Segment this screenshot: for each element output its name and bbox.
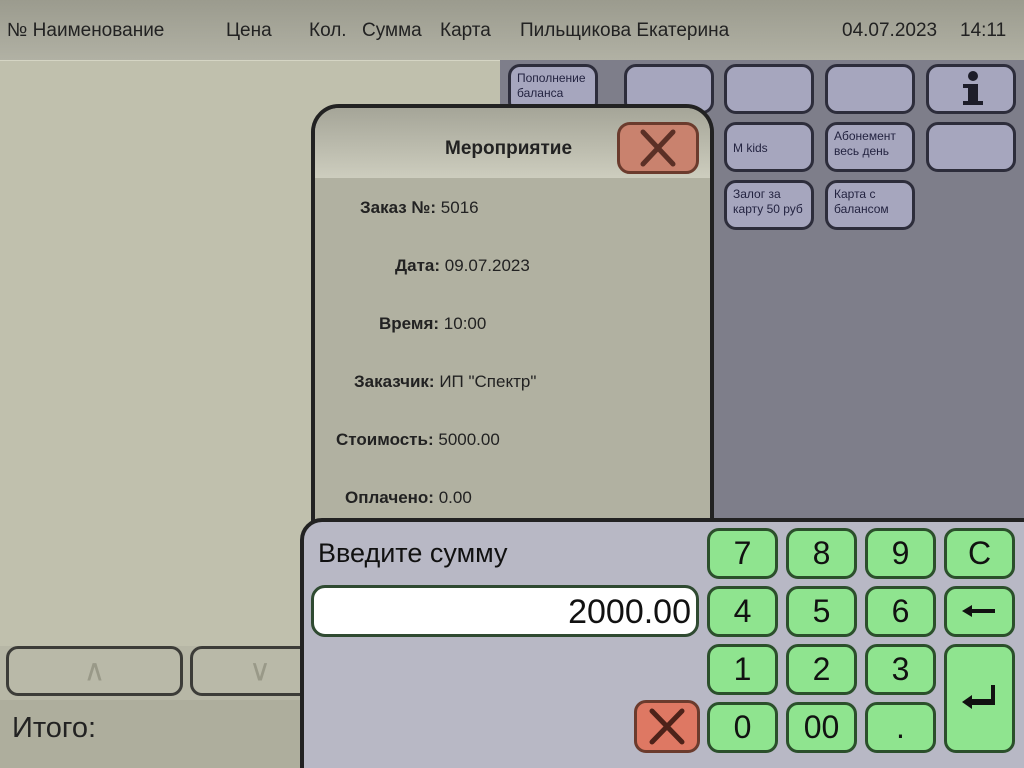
key-9[interactable]: 9 xyxy=(865,528,936,579)
info-icon xyxy=(963,71,983,105)
scroll-up-button[interactable]: ∧ xyxy=(6,646,183,696)
event-dialog-title: Мероприятие xyxy=(445,138,573,159)
key-8[interactable]: 8 xyxy=(786,528,857,579)
amount-input[interactable]: 2000.00 xyxy=(311,585,699,637)
close-icon xyxy=(640,129,676,167)
cost-field: Стоимость: 5000.00 xyxy=(336,430,500,450)
product-empty-3[interactable] xyxy=(825,64,915,114)
customer-value: ИП "Спектр" xyxy=(439,372,537,391)
event-time-value: 10:00 xyxy=(443,314,487,333)
event-dialog-close-button[interactable] xyxy=(617,122,699,174)
event-dialog: Мероприятие Заказ №: 5016 Дата: 09.07.20… xyxy=(311,104,714,534)
customer-label: Заказчик: xyxy=(354,372,435,391)
column-number-name: № Наименование xyxy=(7,20,165,41)
close-icon xyxy=(649,708,685,745)
customer-field: Заказчик: ИП "Спектр" xyxy=(354,372,536,392)
paid-field: Оплачено: 0.00 xyxy=(345,488,472,508)
header-date: 04.07.2023 xyxy=(842,20,938,41)
column-card: Карта xyxy=(440,20,491,41)
paid-value: 0.00 xyxy=(438,488,472,507)
key-6[interactable]: 6 xyxy=(865,586,936,637)
product-mkids[interactable]: M kids xyxy=(724,122,814,172)
product-card-deposit[interactable]: Залог за карту 50 руб xyxy=(724,180,814,230)
event-date-label: Дата: xyxy=(395,256,441,275)
order-number-value: 5016 xyxy=(440,198,479,217)
key-1[interactable]: 1 xyxy=(707,644,778,695)
header-time: 14:11 xyxy=(960,20,1007,41)
product-empty-2[interactable] xyxy=(724,64,814,114)
key-3[interactable]: 3 xyxy=(865,644,936,695)
amount-cancel-button[interactable] xyxy=(634,700,700,753)
key-7[interactable]: 7 xyxy=(707,528,778,579)
key-5[interactable]: 5 xyxy=(786,586,857,637)
enter-icon xyxy=(962,685,995,709)
column-price: Цена xyxy=(226,20,272,41)
paid-label: Оплачено: xyxy=(345,488,434,507)
key-clear[interactable]: C xyxy=(944,528,1015,579)
header-bar: № Наименование Цена Кол. Сумма Карта Пил… xyxy=(0,0,1024,60)
event-date-value: 09.07.2023 xyxy=(444,256,530,275)
product-empty-4[interactable] xyxy=(926,122,1016,172)
key-decimal-point[interactable]: . xyxy=(865,702,936,753)
chevron-up-icon: ∧ xyxy=(83,654,106,688)
enter-button[interactable] xyxy=(944,644,1015,753)
list-navigation: ∧ ∨ xyxy=(0,644,330,700)
cost-value: 5000.00 xyxy=(438,430,500,449)
backspace-icon xyxy=(962,605,995,617)
key-0[interactable]: 0 xyxy=(707,702,778,753)
key-4[interactable]: 4 xyxy=(707,586,778,637)
order-number-label: Заказ №: xyxy=(360,198,437,217)
event-date-field: Дата: 09.07.2023 xyxy=(395,256,530,276)
cost-label: Стоимость: xyxy=(336,430,434,449)
column-quantity: Кол. xyxy=(309,20,347,41)
column-sum: Сумма xyxy=(362,20,422,41)
product-card-with-balance[interactable]: Карта с балансом xyxy=(825,180,915,230)
key-00[interactable]: 00 xyxy=(786,702,857,753)
order-number-field: Заказ №: 5016 xyxy=(360,198,479,218)
cashier-name: Пильщикова Екатерина xyxy=(520,20,730,41)
product-subscription-day[interactable]: Абонемент весь день xyxy=(825,122,915,172)
amount-prompt: Введите сумму xyxy=(318,538,508,568)
chevron-down-icon: ∨ xyxy=(249,654,271,688)
total-label: Итого: xyxy=(12,712,97,744)
backspace-button[interactable] xyxy=(944,586,1015,637)
key-2[interactable]: 2 xyxy=(786,644,857,695)
event-time-field: Время: 10:00 xyxy=(379,314,486,334)
event-time-label: Время: xyxy=(379,314,440,333)
info-button[interactable] xyxy=(926,64,1016,114)
